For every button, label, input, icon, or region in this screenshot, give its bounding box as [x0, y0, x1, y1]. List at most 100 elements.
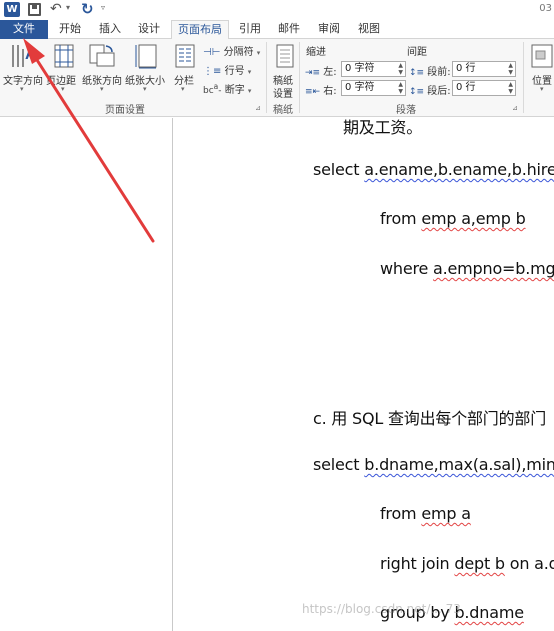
dialog-launcher-icon[interactable]: ⊿: [512, 104, 518, 112]
ribbon-page-layout: A 文字方向 ▾ 页边距 ▾ 纸张方向 ▾ 纸张大小 ▾ 分栏 ▾ ⊣⊢ 分隔符: [0, 39, 554, 117]
indent-right-icon: ≡⇤: [305, 87, 321, 97]
doc-text: select: [313, 160, 365, 179]
doc-text: from: [380, 504, 422, 523]
doc-line-2: select a.ename,b.ename,b.hired: [313, 160, 554, 179]
spinner-arrows-icon[interactable]: ▲ ▼: [508, 81, 513, 95]
doc-line-6: select b.dname,max(a.sal),min(: [313, 455, 554, 474]
undo-icon[interactable]: ↶: [50, 1, 62, 17]
indent-left-label: ⇥≡ 左:: [305, 63, 337, 78]
group-label-paragraph: 段落: [396, 105, 416, 116]
group-label-page-setup: 页面设置: [105, 105, 145, 116]
draft-setup-line2[interactable]: 设置: [273, 85, 293, 100]
chevron-down-icon[interactable]: ▾: [100, 85, 104, 93]
draft-paper-icon[interactable]: [275, 44, 295, 68]
spacing-label: 间距: [407, 47, 427, 58]
indent-left-input[interactable]: 0 字符 ▲ ▼: [341, 61, 406, 77]
doc-text-squiggle: b.dname,max(a.sal),min(: [364, 455, 554, 474]
doc-line-4: where a.empno=b.mgr: [380, 259, 554, 278]
ribbon-tabs: 文件 开始 插入 设计 页面布局 引用 邮件 审阅 视图: [0, 20, 554, 40]
tab-page-layout[interactable]: 页面布局: [171, 20, 229, 40]
text-direction-icon[interactable]: A: [10, 43, 40, 69]
group-label-draft: 稿纸: [273, 105, 293, 116]
hyphenation-icon: bca-: [203, 82, 222, 96]
breaks-icon: ⊣⊢: [203, 47, 221, 58]
hyphenation-button[interactable]: bca- 断字 ▾: [203, 81, 251, 96]
word-logo-icon: W: [4, 2, 20, 17]
indent-right-label: ≡⇤ 右:: [305, 82, 337, 97]
indent-right-text: 右:: [323, 86, 337, 97]
tab-design[interactable]: 设计: [132, 20, 166, 39]
columns-icon[interactable]: [175, 44, 195, 68]
doc-text: select: [313, 455, 365, 474]
spinner-arrows-icon[interactable]: ▲ ▼: [508, 62, 513, 76]
spacing-before-label: ↕≡ 段前:: [409, 63, 451, 78]
redo-icon[interactable]: ↻: [81, 0, 94, 18]
doc-text: c. 用 SQL 查询出每个部门的部门: [313, 409, 547, 428]
doc-text: 期及工资。: [343, 118, 423, 137]
save-icon[interactable]: [28, 3, 41, 16]
doc-text-squiggle: emp a: [421, 504, 471, 523]
group-separator: [299, 42, 300, 113]
chevron-down-icon: ▾: [256, 49, 261, 57]
line-numbers-icon: ⋮≡: [203, 66, 222, 77]
document-page[interactable]: 期及工资。 select a.ename,b.ename,b.hired fro…: [173, 118, 554, 631]
spinner-arrows-icon[interactable]: ▲ ▼: [398, 81, 403, 95]
chevron-down-icon[interactable]: ▾: [61, 85, 65, 93]
spacing-after-text: 段后:: [427, 86, 451, 97]
doc-text-squiggle: a.empno=b.mgr: [433, 259, 554, 278]
doc-line-3: from emp a,emp b: [380, 209, 526, 228]
tab-insert[interactable]: 插入: [93, 20, 127, 39]
customize-qat-icon[interactable]: ▿: [101, 3, 105, 12]
position-icon[interactable]: [531, 44, 554, 68]
doc-text: on a.d: [504, 554, 554, 573]
spacing-after-input[interactable]: 0 行 ▲ ▼: [452, 80, 516, 96]
spacing-before-icon: ↕≡: [409, 68, 425, 78]
doc-text-squiggle: a.ename,b.ename,b.hired: [364, 160, 554, 179]
doc-text-squiggle: b.dname: [454, 603, 524, 622]
indent-label: 缩进: [306, 47, 326, 58]
svg-text:A: A: [25, 46, 37, 63]
breaks-label: 分隔符: [223, 47, 254, 58]
margins-icon[interactable]: [52, 44, 76, 68]
spacing-after-label: ↕≡ 段后:: [409, 82, 451, 97]
quick-access-toolbar: W ↶ ▾ ↻ ▿ 03: [0, 0, 554, 20]
doc-text-squiggle: dept b: [454, 554, 505, 573]
doc-line-7: from emp a: [380, 504, 471, 523]
line-numbers-button[interactable]: ⋮≡ 行号 ▾: [203, 62, 251, 77]
orientation-icon[interactable]: [88, 43, 116, 69]
indent-left-value: 0 字符: [345, 63, 375, 74]
doc-text: right join: [380, 554, 455, 573]
paper-size-icon[interactable]: [135, 43, 159, 69]
chevron-down-icon: ▾: [247, 87, 252, 95]
doc-line-5: c. 用 SQL 查询出每个部门的部门: [313, 405, 546, 429]
spinner-arrows-icon[interactable]: ▲ ▼: [398, 62, 403, 76]
undo-dropdown-icon[interactable]: ▾: [66, 3, 70, 12]
breaks-button[interactable]: ⊣⊢ 分隔符 ▾: [203, 43, 260, 58]
doc-line-1: 期及工资。: [343, 118, 422, 138]
chevron-down-icon[interactable]: ▾: [20, 85, 24, 93]
group-separator: [523, 42, 524, 113]
tab-references[interactable]: 引用: [233, 20, 267, 39]
line-numbers-label: 行号: [224, 66, 245, 77]
tab-file[interactable]: 文件: [0, 20, 48, 39]
spacing-before-text: 段前:: [427, 67, 451, 78]
spacing-before-input[interactable]: 0 行 ▲ ▼: [452, 61, 516, 77]
doc-text: from: [380, 209, 422, 228]
chevron-down-icon[interactable]: ▾: [143, 85, 147, 93]
chevron-down-icon: ▾: [247, 68, 252, 76]
indent-right-input[interactable]: 0 字符 ▲ ▼: [341, 80, 406, 96]
tab-mailings[interactable]: 邮件: [272, 20, 306, 39]
dialog-launcher-icon[interactable]: ⊿: [255, 104, 261, 112]
hyphenation-label: 断字: [224, 85, 245, 96]
spacing-before-value: 0 行: [456, 63, 476, 74]
tab-review[interactable]: 审阅: [312, 20, 346, 39]
indent-right-value: 0 字符: [345, 82, 375, 93]
spacing-after-value: 0 行: [456, 82, 476, 93]
watermark-text: https://blog.csdn.net/... 73: [302, 602, 461, 616]
doc-text-squiggle: emp a,emp b: [421, 209, 526, 228]
chevron-down-icon[interactable]: ▾: [540, 85, 544, 93]
tab-view[interactable]: 视图: [352, 20, 386, 39]
spacing-after-icon: ↕≡: [409, 87, 425, 97]
chevron-down-icon[interactable]: ▾: [181, 85, 185, 93]
tab-home[interactable]: 开始: [53, 20, 87, 39]
